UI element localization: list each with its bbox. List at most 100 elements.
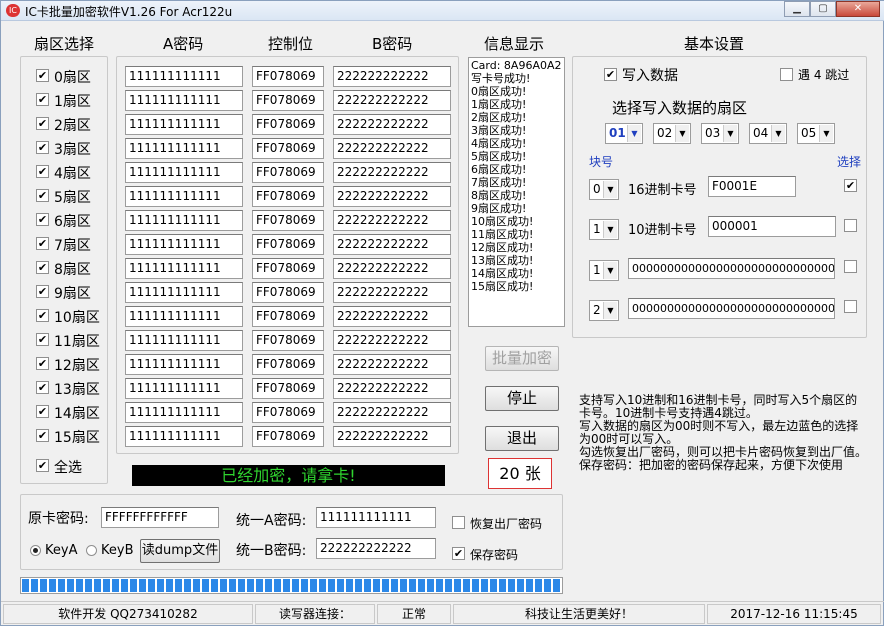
control-bits-input[interactable]: FF078069 xyxy=(252,426,324,447)
key-b-input[interactable]: 222222222222 xyxy=(333,378,451,399)
key-a-input[interactable]: 111111111111 xyxy=(125,234,243,255)
restore-checkbox[interactable] xyxy=(452,516,465,529)
key-a-input[interactable]: 111111111111 xyxy=(125,258,243,279)
sector-checkbox[interactable]: ✔ xyxy=(36,141,49,154)
control-bits-input[interactable]: FF078069 xyxy=(252,306,324,327)
key-a-input[interactable]: 111111111111 xyxy=(125,210,243,231)
row-select-checkbox[interactable]: ✔ xyxy=(844,179,857,192)
sector-checkbox[interactable]: ✔ xyxy=(36,189,49,202)
card-number-input[interactable]: 000001 xyxy=(708,216,836,237)
row-select-checkbox[interactable] xyxy=(844,300,857,313)
key-a-input[interactable]: 111111111111 xyxy=(125,306,243,327)
write-sector-select[interactable]: 04 ▼ xyxy=(749,123,787,144)
key-a-input[interactable]: 111111111111 xyxy=(125,354,243,375)
orig-key-input[interactable]: FFFFFFFFFFFF xyxy=(101,507,219,528)
key-b-input[interactable]: 222222222222 xyxy=(333,66,451,87)
key-b-input[interactable]: 222222222222 xyxy=(333,138,451,159)
block-select[interactable]: 1 ▼ xyxy=(589,219,619,240)
control-bits-input[interactable]: FF078069 xyxy=(252,258,324,279)
key-b-input[interactable]: 222222222222 xyxy=(333,306,451,327)
skip4-checkbox[interactable] xyxy=(780,68,793,81)
sector-checkbox[interactable]: ✔ xyxy=(36,381,49,394)
sector-checkbox[interactable]: ✔ xyxy=(36,165,49,178)
minimize-button[interactable]: ▁ xyxy=(784,1,810,17)
key-b-input[interactable]: 222222222222 xyxy=(333,90,451,111)
key-a-input[interactable]: 111111111111 xyxy=(125,186,243,207)
stop-button[interactable]: 停止 xyxy=(485,386,559,411)
control-bits-input[interactable]: FF078069 xyxy=(252,186,324,207)
block-select[interactable]: 0 ▼ xyxy=(589,179,619,200)
sector-checkbox[interactable]: ✔ xyxy=(36,285,49,298)
key-a-input[interactable]: 111111111111 xyxy=(125,378,243,399)
key-b-input[interactable]: 222222222222 xyxy=(333,330,451,351)
block-select[interactable]: 1 ▼ xyxy=(589,260,619,281)
control-bits-input[interactable]: FF078069 xyxy=(252,330,324,351)
key-b-input[interactable]: 222222222222 xyxy=(333,426,451,447)
control-bits-input[interactable]: FF078069 xyxy=(252,138,324,159)
control-bits-input[interactable]: FF078069 xyxy=(252,282,324,303)
batch-encrypt-button[interactable]: 批量加密 xyxy=(485,346,559,371)
key-b-input[interactable]: 222222222222 xyxy=(333,162,451,183)
control-bits-input[interactable]: FF078069 xyxy=(252,90,324,111)
select-all-checkbox[interactable]: ✔ xyxy=(36,459,49,472)
control-bits-input[interactable]: FF078069 xyxy=(252,162,324,183)
write-sector-select[interactable]: 02 ▼ xyxy=(653,123,691,144)
control-bits-input[interactable]: FF078069 xyxy=(252,114,324,135)
key-b-input[interactable]: 222222222222 xyxy=(333,186,451,207)
key-a-input[interactable]: 111111111111 xyxy=(125,282,243,303)
key-a-input[interactable]: 111111111111 xyxy=(125,162,243,183)
card-number-input[interactable]: F0001E xyxy=(708,176,796,197)
key-b-input[interactable]: 222222222222 xyxy=(333,354,451,375)
control-bits-input[interactable]: FF078069 xyxy=(252,66,324,87)
sector-checkbox[interactable]: ✔ xyxy=(36,405,49,418)
key-a-input[interactable]: 111111111111 xyxy=(125,114,243,135)
sector-label: 3扇区 xyxy=(54,142,91,158)
keya-radio[interactable] xyxy=(30,545,41,556)
save-password-checkbox[interactable]: ✔ xyxy=(452,547,465,560)
key-b-input[interactable]: 222222222222 xyxy=(333,114,451,135)
sector-checkbox[interactable]: ✔ xyxy=(36,261,49,274)
sector-checkbox[interactable]: ✔ xyxy=(36,93,49,106)
write-data-checkbox[interactable]: ✔ xyxy=(604,68,617,81)
key-b-input[interactable]: 222222222222 xyxy=(333,258,451,279)
maximize-button[interactable]: ▢ xyxy=(810,1,836,17)
control-bits-input[interactable]: FF078069 xyxy=(252,354,324,375)
exit-button[interactable]: 退出 xyxy=(485,426,559,451)
row-select-checkbox[interactable] xyxy=(844,219,857,232)
write-sector-select[interactable]: 05 ▼ xyxy=(797,123,835,144)
sector-checkbox[interactable]: ✔ xyxy=(36,69,49,82)
key-b-input[interactable]: 222222222222 xyxy=(333,402,451,423)
write-sector-value: 01 xyxy=(609,126,626,140)
key-a-input[interactable]: 111111111111 xyxy=(125,138,243,159)
close-button[interactable]: ✕ xyxy=(836,1,880,17)
write-sector-select[interactable]: 03 ▼ xyxy=(701,123,739,144)
unified-a-input[interactable]: 111111111111 xyxy=(316,507,436,528)
key-b-input[interactable]: 222222222222 xyxy=(333,234,451,255)
control-bits-input[interactable]: FF078069 xyxy=(252,378,324,399)
control-bits-input[interactable]: FF078069 xyxy=(252,210,324,231)
sector-checkbox[interactable]: ✔ xyxy=(36,309,49,322)
sector-checkbox[interactable]: ✔ xyxy=(36,357,49,370)
sector-checkbox[interactable]: ✔ xyxy=(36,117,49,130)
key-a-input[interactable]: 111111111111 xyxy=(125,90,243,111)
control-bits-input[interactable]: FF078069 xyxy=(252,402,324,423)
key-a-input[interactable]: 111111111111 xyxy=(125,66,243,87)
sector-checkbox[interactable]: ✔ xyxy=(36,213,49,226)
block-data-input[interactable]: 00000000000000000000000000000000 xyxy=(628,258,835,279)
block-data-input[interactable]: 00000000000000000000000000000000 xyxy=(628,298,835,319)
unified-b-input[interactable]: 222222222222 xyxy=(316,538,436,559)
sector-checkbox[interactable]: ✔ xyxy=(36,333,49,346)
key-b-input[interactable]: 222222222222 xyxy=(333,210,451,231)
row-select-checkbox[interactable] xyxy=(844,260,857,273)
control-bits-input[interactable]: FF078069 xyxy=(252,234,324,255)
read-dump-button[interactable]: 读dump文件 xyxy=(140,539,220,563)
key-b-input[interactable]: 222222222222 xyxy=(333,282,451,303)
keyb-radio[interactable] xyxy=(86,545,97,556)
key-a-input[interactable]: 111111111111 xyxy=(125,426,243,447)
write-sector-select[interactable]: 01 ▼ xyxy=(605,123,643,144)
key-a-input[interactable]: 111111111111 xyxy=(125,402,243,423)
key-a-input[interactable]: 111111111111 xyxy=(125,330,243,351)
sector-checkbox[interactable]: ✔ xyxy=(36,429,49,442)
block-select[interactable]: 2 ▼ xyxy=(589,300,619,321)
sector-checkbox[interactable]: ✔ xyxy=(36,237,49,250)
